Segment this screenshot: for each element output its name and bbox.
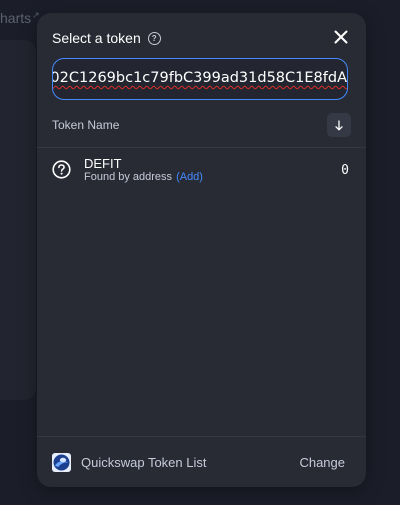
close-icon [334, 30, 348, 44]
charts-link[interactable]: harts↗ [0, 10, 40, 26]
quickswap-logo-icon [52, 453, 71, 472]
modal-title: Select a token [52, 30, 141, 46]
token-list-name: Quickswap Token List [81, 455, 207, 470]
token-subtitle: Found by address (Add) [84, 171, 203, 183]
token-balance: 0 [341, 163, 349, 178]
token-select-modal: Select a token ? 02C1269bc1c79fbC399ad31… [37, 13, 366, 487]
token-list-footer: Quickswap Token List Change [37, 437, 366, 487]
help-icon[interactable]: ? [147, 31, 161, 45]
arrow-down-icon [335, 119, 343, 130]
token-name-column-header: Token Name [52, 118, 120, 132]
token-search-field[interactable]: 02C1269bc1c79fbC399ad31d58C1E8fdA [52, 58, 348, 100]
token-found-by-address: Found by address [84, 171, 173, 183]
change-list-button[interactable]: Change [299, 455, 345, 470]
sort-button[interactable] [327, 113, 351, 137]
token-symbol: DEFIT [84, 156, 122, 171]
add-token-link[interactable]: (Add) [176, 171, 203, 183]
search-input-value[interactable]: 02C1269bc1c79fbC399ad31d58C1E8fdA [53, 70, 347, 86]
question-circle-icon [52, 160, 71, 179]
list-divider-top [37, 147, 366, 148]
token-list-item[interactable]: DEFIT Found by address (Add) 0 [37, 149, 366, 193]
close-button[interactable] [331, 27, 351, 47]
modal-title-row: Select a token ? [52, 30, 161, 46]
background-panel [0, 40, 36, 400]
charts-link-label: harts [0, 10, 32, 26]
